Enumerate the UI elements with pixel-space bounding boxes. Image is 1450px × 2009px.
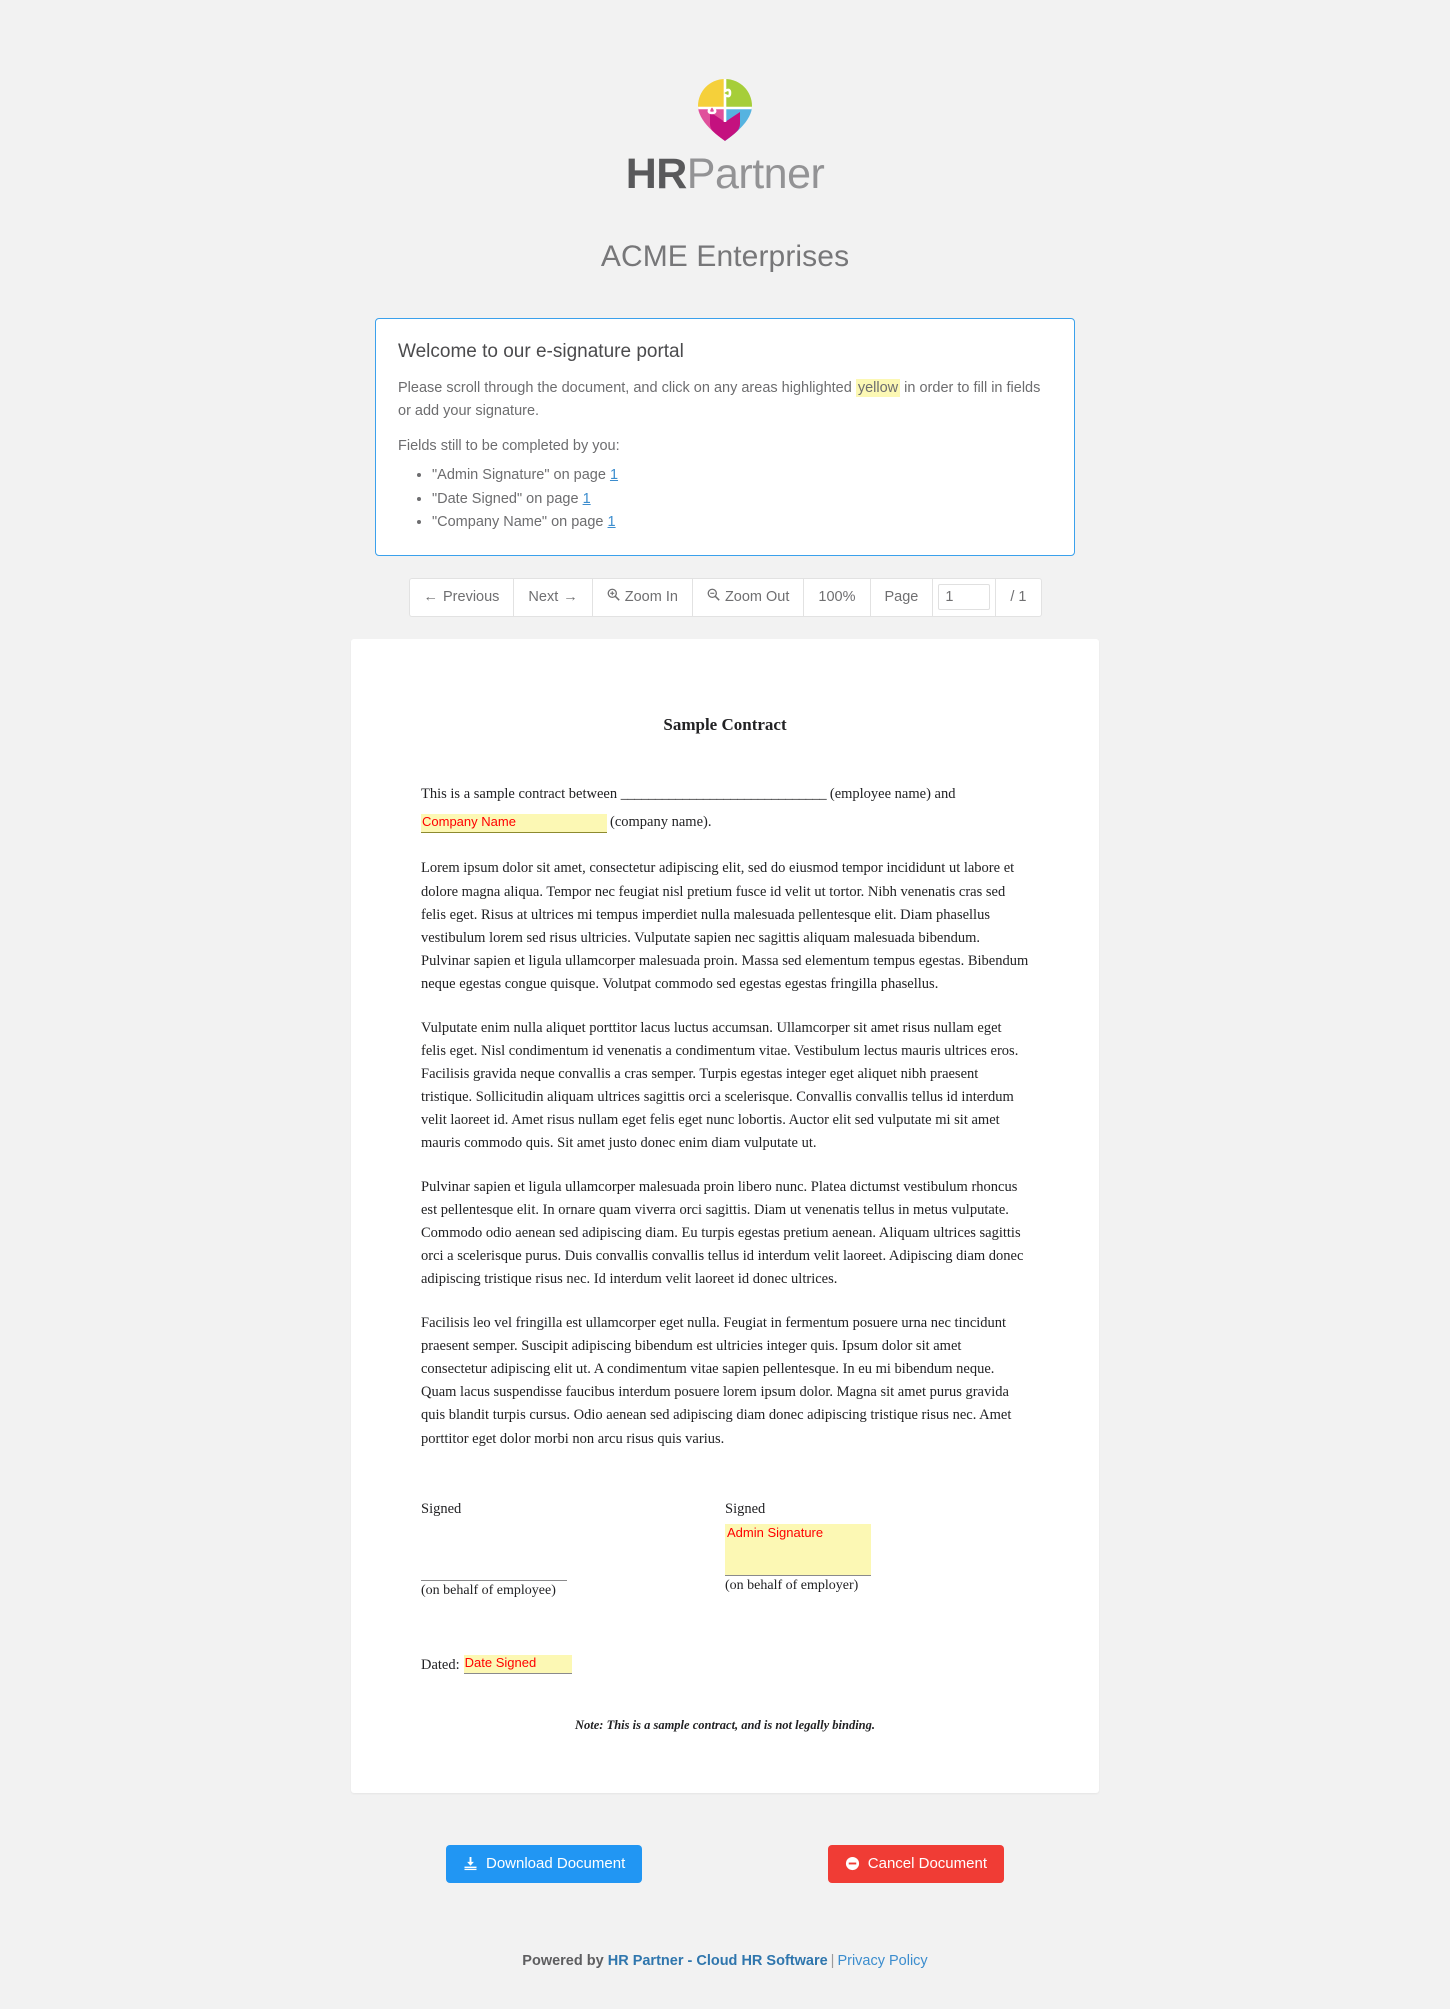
cancel-document-label: Cancel Document <box>867 1854 987 1872</box>
date-signed-field[interactable]: Date Signed <box>463 1654 572 1674</box>
page-total: / 1 <box>995 577 1042 617</box>
pending-field-page-link[interactable]: 1 <box>610 467 618 483</box>
page-total-label: / 1 <box>1010 588 1027 605</box>
employee-signature-block: Signed (on behalf of employee) <box>421 1501 725 1599</box>
brand-header: HRPartner <box>0 78 1450 198</box>
brand-name-bold: HR <box>625 150 688 198</box>
intro-second-line: Company Name (company name). <box>421 811 1029 835</box>
next-page-button[interactable]: Next → <box>513 577 592 617</box>
list-item: "Date Signed" on page 1 <box>432 488 1052 511</box>
previous-page-button[interactable]: ← Previous <box>408 577 514 617</box>
arrow-left-icon: ← <box>423 588 439 605</box>
magnifier-plus-icon <box>607 588 620 606</box>
previous-page-label: Previous <box>443 588 500 605</box>
zoom-level-display[interactable]: 100% <box>803 577 870 617</box>
hrpartner-puzzle-pin-logo-icon <box>0 78 1450 147</box>
document-title: Sample Contract <box>663 714 787 734</box>
intro-tail-text: (company name). <box>610 814 712 831</box>
pending-field-page-link[interactable]: 1 <box>608 514 616 530</box>
powered-by-label: Powered by <box>522 1952 608 1969</box>
page-label-text: Page <box>884 588 919 605</box>
magnifier-minus-icon <box>707 588 720 606</box>
zoom-out-button[interactable]: Zoom Out <box>691 577 804 617</box>
company-title: ACME Enterprises <box>600 240 850 274</box>
download-icon <box>463 1856 478 1871</box>
welcome-panel: Welcome to our e-signature portal Please… <box>375 318 1075 556</box>
toolbar-group: ← Previous Next → Zoom In Zoom Out 100% … <box>408 577 1042 617</box>
welcome-instructions-before: Please scroll through the document, and … <box>398 380 856 397</box>
list-item: "Admin Signature" on page 1 <box>432 464 1052 487</box>
dated-label: Dated: <box>421 1656 460 1673</box>
page-number-input[interactable] <box>938 584 991 611</box>
signature-row: Signed (on behalf of employee) Signed Ad… <box>421 1501 1029 1599</box>
intro-mid-text: (employee name) and <box>826 785 956 802</box>
download-document-button[interactable]: Download Document <box>446 1844 643 1883</box>
document-paragraph: Vulputate enim nulla aliquet porttitor l… <box>421 1019 1019 1152</box>
employee-name-blank: ______________________________ <box>620 785 827 802</box>
zoom-level-label: 100% <box>818 588 856 605</box>
employee-signed-label: Signed <box>421 1500 462 1517</box>
dated-row: Dated: Date Signed <box>421 1654 1029 1674</box>
document-paragraph: Lorem ipsum dolor sit amet, consectetur … <box>421 860 1029 993</box>
pending-field-name: "Company Name" on page <box>432 514 608 531</box>
document-intro: This is a sample contract between ______… <box>421 783 1029 836</box>
brand-wordmark: HRPartner <box>0 150 1450 198</box>
employer-signature-block: Signed Admin Signature (on behalf of emp… <box>725 1501 1029 1599</box>
cancel-document-button[interactable]: Cancel Document <box>827 1844 1004 1883</box>
document-toolbar: ← Previous Next → Zoom In Zoom Out 100% … <box>0 577 1450 617</box>
intro-lead-text: This is a sample contract between <box>421 785 621 802</box>
hrpartner-product-link[interactable]: HR Partner - Cloud HR Software <box>608 1953 828 1969</box>
download-document-label: Download Document <box>486 1854 626 1872</box>
fields-pending-lead: Fields still to be completed by you: <box>398 438 620 455</box>
pending-field-name: "Admin Signature" on page <box>432 467 610 484</box>
zoom-out-label: Zoom Out <box>724 588 790 605</box>
employee-signature-space <box>421 1518 725 1576</box>
page-container: HRPartner ACME Enterprises Welcome to ou… <box>0 0 1450 2009</box>
arrow-right-icon: → <box>563 588 578 605</box>
yellow-highlight-word: yellow <box>855 379 901 398</box>
footer-separator: | <box>830 1952 835 1969</box>
company-name-field[interactable]: Company Name <box>421 814 607 834</box>
minus-circle-icon <box>845 1856 860 1871</box>
list-item: "Company Name" on page 1 <box>432 511 1052 534</box>
page-label: Page <box>869 577 933 617</box>
zoom-in-button[interactable]: Zoom In <box>591 577 692 617</box>
document-paragraph: Facilisis leo vel fringilla est ullamcor… <box>421 1314 1012 1447</box>
employee-signature-caption: (on behalf of employee) <box>421 1582 556 1598</box>
employee-signature-rule <box>421 1579 567 1581</box>
privacy-policy-link[interactable]: Privacy Policy <box>837 1953 927 1969</box>
admin-signature-field[interactable]: Admin Signature <box>725 1523 871 1576</box>
brand-name-light: Partner <box>686 150 825 198</box>
pending-field-name: "Date Signed" on page <box>432 490 583 507</box>
page-footer: Powered by HR Partner - Cloud HR Softwar… <box>0 1953 1450 2009</box>
pending-field-page-link[interactable]: 1 <box>583 491 591 507</box>
page-input-cell <box>932 577 996 617</box>
welcome-heading: Welcome to our e-signature portal <box>398 341 684 363</box>
zoom-in-label: Zoom In <box>624 588 678 605</box>
welcome-instructions: Please scroll through the document, and … <box>398 377 1052 422</box>
employer-signature-caption: (on behalf of employer) <box>725 1577 859 1593</box>
document-note: Note: This is a sample contract, and is … <box>574 1717 876 1732</box>
document-page: Sample Contract This is a sample contrac… <box>351 638 1099 1793</box>
action-buttons: Download Document Cancel Document <box>351 1844 1099 1883</box>
next-page-label: Next <box>528 588 559 605</box>
document-body: Lorem ipsum dolor sit amet, consectetur … <box>421 857 1029 1450</box>
employer-signed-label: Signed <box>725 1500 766 1517</box>
pending-fields-list: "Admin Signature" on page 1 "Date Signed… <box>398 464 1052 534</box>
document-paragraph: Pulvinar sapien et ligula ullamcorper ma… <box>421 1178 1024 1288</box>
